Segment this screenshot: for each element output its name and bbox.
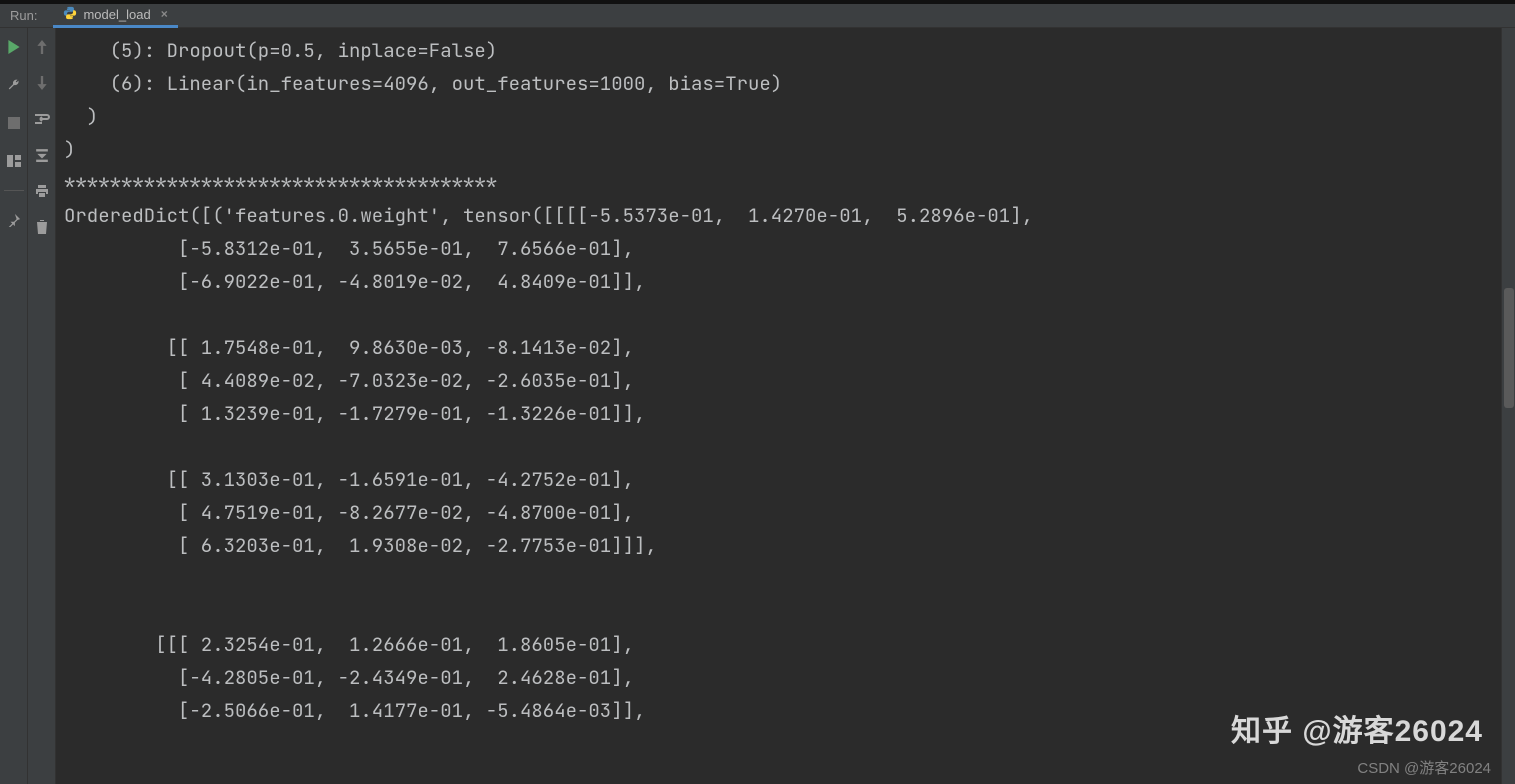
softwrap-icon[interactable] xyxy=(33,110,51,128)
trash-icon[interactable] xyxy=(33,218,51,236)
console-output-area[interactable]: (5): Dropout(p=0.5, inplace=False) (6): … xyxy=(56,28,1501,784)
tab-label: model_load xyxy=(83,7,150,22)
run-panel-header: Run: model_load × xyxy=(0,4,1515,28)
layout-icon[interactable] xyxy=(5,152,23,170)
scroll-to-end-icon[interactable] xyxy=(33,146,51,164)
scrollbar-thumb[interactable] xyxy=(1504,288,1514,408)
play-icon[interactable] xyxy=(5,38,23,56)
watermark-csdn: CSDN @游客26024 xyxy=(1357,757,1491,778)
separator xyxy=(4,190,24,191)
up-arrow-icon[interactable] xyxy=(33,38,51,56)
down-arrow-icon[interactable] xyxy=(33,74,51,92)
run-label[interactable]: Run: xyxy=(10,8,37,23)
tool-sidebar xyxy=(0,28,28,784)
scrollbar-track[interactable] xyxy=(1501,28,1515,784)
console-controls xyxy=(28,28,56,784)
wrench-icon[interactable] xyxy=(5,76,23,94)
stop-icon[interactable] xyxy=(5,114,23,132)
run-config-tab[interactable]: model_load × xyxy=(53,4,177,28)
close-tab-icon[interactable]: × xyxy=(161,7,168,21)
pin-icon[interactable] xyxy=(5,211,23,229)
python-icon xyxy=(63,6,77,23)
print-icon[interactable] xyxy=(33,182,51,200)
console-text: (5): Dropout(p=0.5, inplace=False) (6): … xyxy=(64,34,1501,727)
